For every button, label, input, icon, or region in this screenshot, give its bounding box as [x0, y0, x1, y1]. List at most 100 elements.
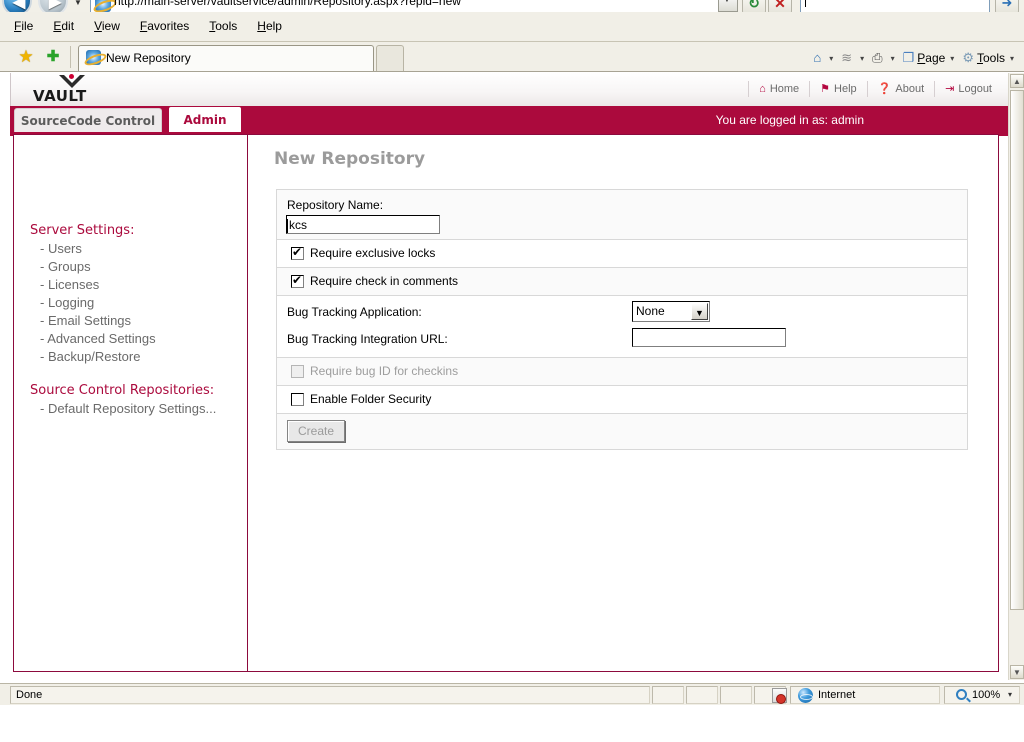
bug-tracking-url-label: Bug Tracking Integration URL:	[287, 332, 448, 346]
command-page[interactable]: ❐ Page	[901, 46, 948, 70]
desktop-background	[0, 705, 1024, 742]
history-dropdown-icon[interactable]: ▼	[72, 0, 84, 9]
back-button[interactable]: ◀	[2, 0, 32, 12]
command-print-chevron-down-icon[interactable]: ▾	[888, 46, 901, 72]
require-checkin-comments-label: Require check in comments	[310, 274, 459, 288]
command-page-label: Page	[917, 51, 946, 65]
command-page-chevron-down-icon[interactable]: ▾	[947, 46, 960, 72]
header-link-label: Home	[769, 83, 800, 95]
command-feeds[interactable]: ≋	[839, 46, 857, 70]
bug-tracking-url-input[interactable]	[632, 328, 786, 347]
status-message: Done	[16, 689, 43, 701]
sidebar-item-logging[interactable]: - Logging	[30, 294, 216, 312]
status-pane-4	[720, 686, 752, 704]
sidebar: Server Settings: - Users - Groups - License…	[14, 135, 248, 671]
favorites-star-icon[interactable]: ★	[17, 48, 35, 66]
form-row-exclusive-locks: Require exclusive locks	[277, 240, 967, 268]
browser-tab-new-repository[interactable]: New Repository	[78, 45, 374, 71]
stop-icon[interactable]: ✕	[768, 0, 792, 12]
command-tools[interactable]: ⚙ Tools	[960, 46, 1007, 70]
repository-name-label: Repository Name:	[287, 198, 384, 212]
create-button: Create	[287, 420, 345, 442]
header-link-label: Help	[834, 83, 857, 95]
add-favorite-icon[interactable]: ✚	[44, 48, 62, 66]
header-link-about[interactable]: ❓ About	[866, 81, 934, 97]
sidebar-item-default-repository-settings[interactable]: - Default Repository Settings...	[30, 400, 216, 418]
address-url-text: http://main-server/vaultservice/admin/Re…	[114, 0, 461, 8]
main-content: New Repository Repository Name: kcs Requ…	[249, 135, 999, 671]
menu-item-view[interactable]: View	[94, 19, 120, 33]
new-repository-form: Repository Name: kcs Require exclusive l…	[276, 189, 968, 450]
search-go-icon[interactable]: ➜	[995, 0, 1019, 12]
menu-bar: File Edit View Favorites Tools Help	[0, 12, 1024, 42]
header-link-home[interactable]: ⌂ Home	[748, 81, 809, 97]
require-exclusive-locks-checkbox[interactable]	[291, 245, 304, 260]
tools-icon: ⚙	[962, 50, 974, 65]
header-link-label: Logout	[958, 83, 992, 95]
require-exclusive-locks-label: Require exclusive locks	[310, 246, 436, 260]
header-link-logout[interactable]: ⇥ Logout	[934, 81, 1002, 97]
bug-tracking-application-label: Bug Tracking Application:	[287, 305, 422, 319]
internet-zone-icon	[798, 688, 813, 703]
sidebar-item-groups[interactable]: - Groups	[30, 258, 216, 276]
forward-button[interactable]: ▶	[38, 0, 68, 12]
scrollbar-thumb[interactable]	[1010, 90, 1024, 610]
require-bug-id-checkbox	[291, 365, 304, 378]
tab-admin[interactable]: Admin	[168, 106, 242, 132]
print-icon: ⎙	[872, 50, 883, 65]
header-link-label: About	[895, 83, 925, 95]
address-bar-row: ◀ ▶ ▼ http://main-server/vaultservice/ad…	[0, 0, 1024, 12]
sidebar-group-title: Source Control Repositories:	[30, 383, 215, 398]
sidebar-item-advanced-settings[interactable]: - Advanced Settings	[30, 330, 216, 348]
home-icon: ⌂	[759, 83, 766, 95]
repository-name-input[interactable]: kcs	[286, 215, 440, 234]
address-dropdown-button[interactable]	[718, 0, 738, 12]
menu-item-edit[interactable]: Edit	[53, 19, 74, 33]
vault-dot-icon	[69, 74, 74, 79]
form-row-repository-name: Repository Name: kcs	[277, 190, 967, 240]
page-icon: ❐	[902, 50, 915, 65]
command-tools-label: Tools	[976, 51, 1005, 65]
tab-favicon-icon	[86, 50, 101, 65]
sidebar-item-email-settings[interactable]: - Email Settings	[30, 312, 216, 330]
chevron-down-icon[interactable]	[691, 303, 708, 323]
menu-item-file[interactable]: File	[14, 19, 33, 33]
content-panel: Server Settings: - Users - Groups - License…	[13, 134, 999, 672]
toolbar-divider	[70, 46, 71, 68]
scroll-down-icon[interactable]: ▼	[1010, 665, 1024, 679]
app-header: VAULT ⌂ Home ⚑ Help ❓ About ⇥ Logout	[10, 73, 1014, 106]
status-pane-3	[686, 686, 718, 704]
page-scrollbar[interactable]: ▲ ▼	[1008, 73, 1024, 680]
forward-arrow-icon: ▶	[48, 0, 62, 11]
logged-in-status: You are logged in as: admin	[715, 113, 864, 127]
search-input[interactable]	[800, 0, 990, 12]
popup-blocked-icon[interactable]	[772, 688, 787, 704]
new-tab-button[interactable]	[376, 45, 404, 71]
header-link-help[interactable]: ⚑ Help	[809, 81, 867, 97]
sidebar-item-licenses[interactable]: - Licenses	[30, 276, 216, 294]
command-tools-chevron-down-icon[interactable]: ▾	[1007, 46, 1020, 72]
zoom-icon	[956, 689, 967, 700]
scroll-up-icon[interactable]: ▲	[1010, 74, 1024, 88]
zoom-chevron-down-icon[interactable]: ▾	[1008, 690, 1012, 699]
menu-item-tools[interactable]: Tools	[209, 19, 237, 33]
enable-folder-security-checkbox[interactable]	[291, 393, 304, 406]
command-home[interactable]: ⌂	[811, 46, 826, 70]
form-row-require-bug-id: Require bug ID for checkins	[277, 358, 967, 386]
status-message-pane	[10, 686, 650, 704]
menu-item-help[interactable]: Help	[257, 19, 282, 33]
bug-tracking-application-select[interactable]: None	[632, 301, 710, 323]
command-home-chevron-down-icon[interactable]: ▾	[826, 46, 839, 72]
help-icon: ⚑	[820, 83, 831, 95]
refresh-icon[interactable]: ↻	[742, 0, 766, 12]
tab-title: New Repository	[106, 51, 191, 65]
require-checkin-comments-checkbox[interactable]	[291, 273, 304, 288]
sidebar-item-backup-restore[interactable]: - Backup/Restore	[30, 348, 216, 366]
command-feeds-chevron-down-icon[interactable]: ▾	[857, 46, 870, 72]
feeds-icon: ≋	[841, 50, 853, 65]
menu-item-favorites[interactable]: Favorites	[140, 19, 189, 33]
tab-sourcecode-control[interactable]: SourceCode Control	[14, 108, 162, 132]
sidebar-item-users[interactable]: - Users	[30, 240, 216, 258]
command-print[interactable]: ⎙	[870, 46, 887, 70]
search-caret	[805, 0, 806, 7]
